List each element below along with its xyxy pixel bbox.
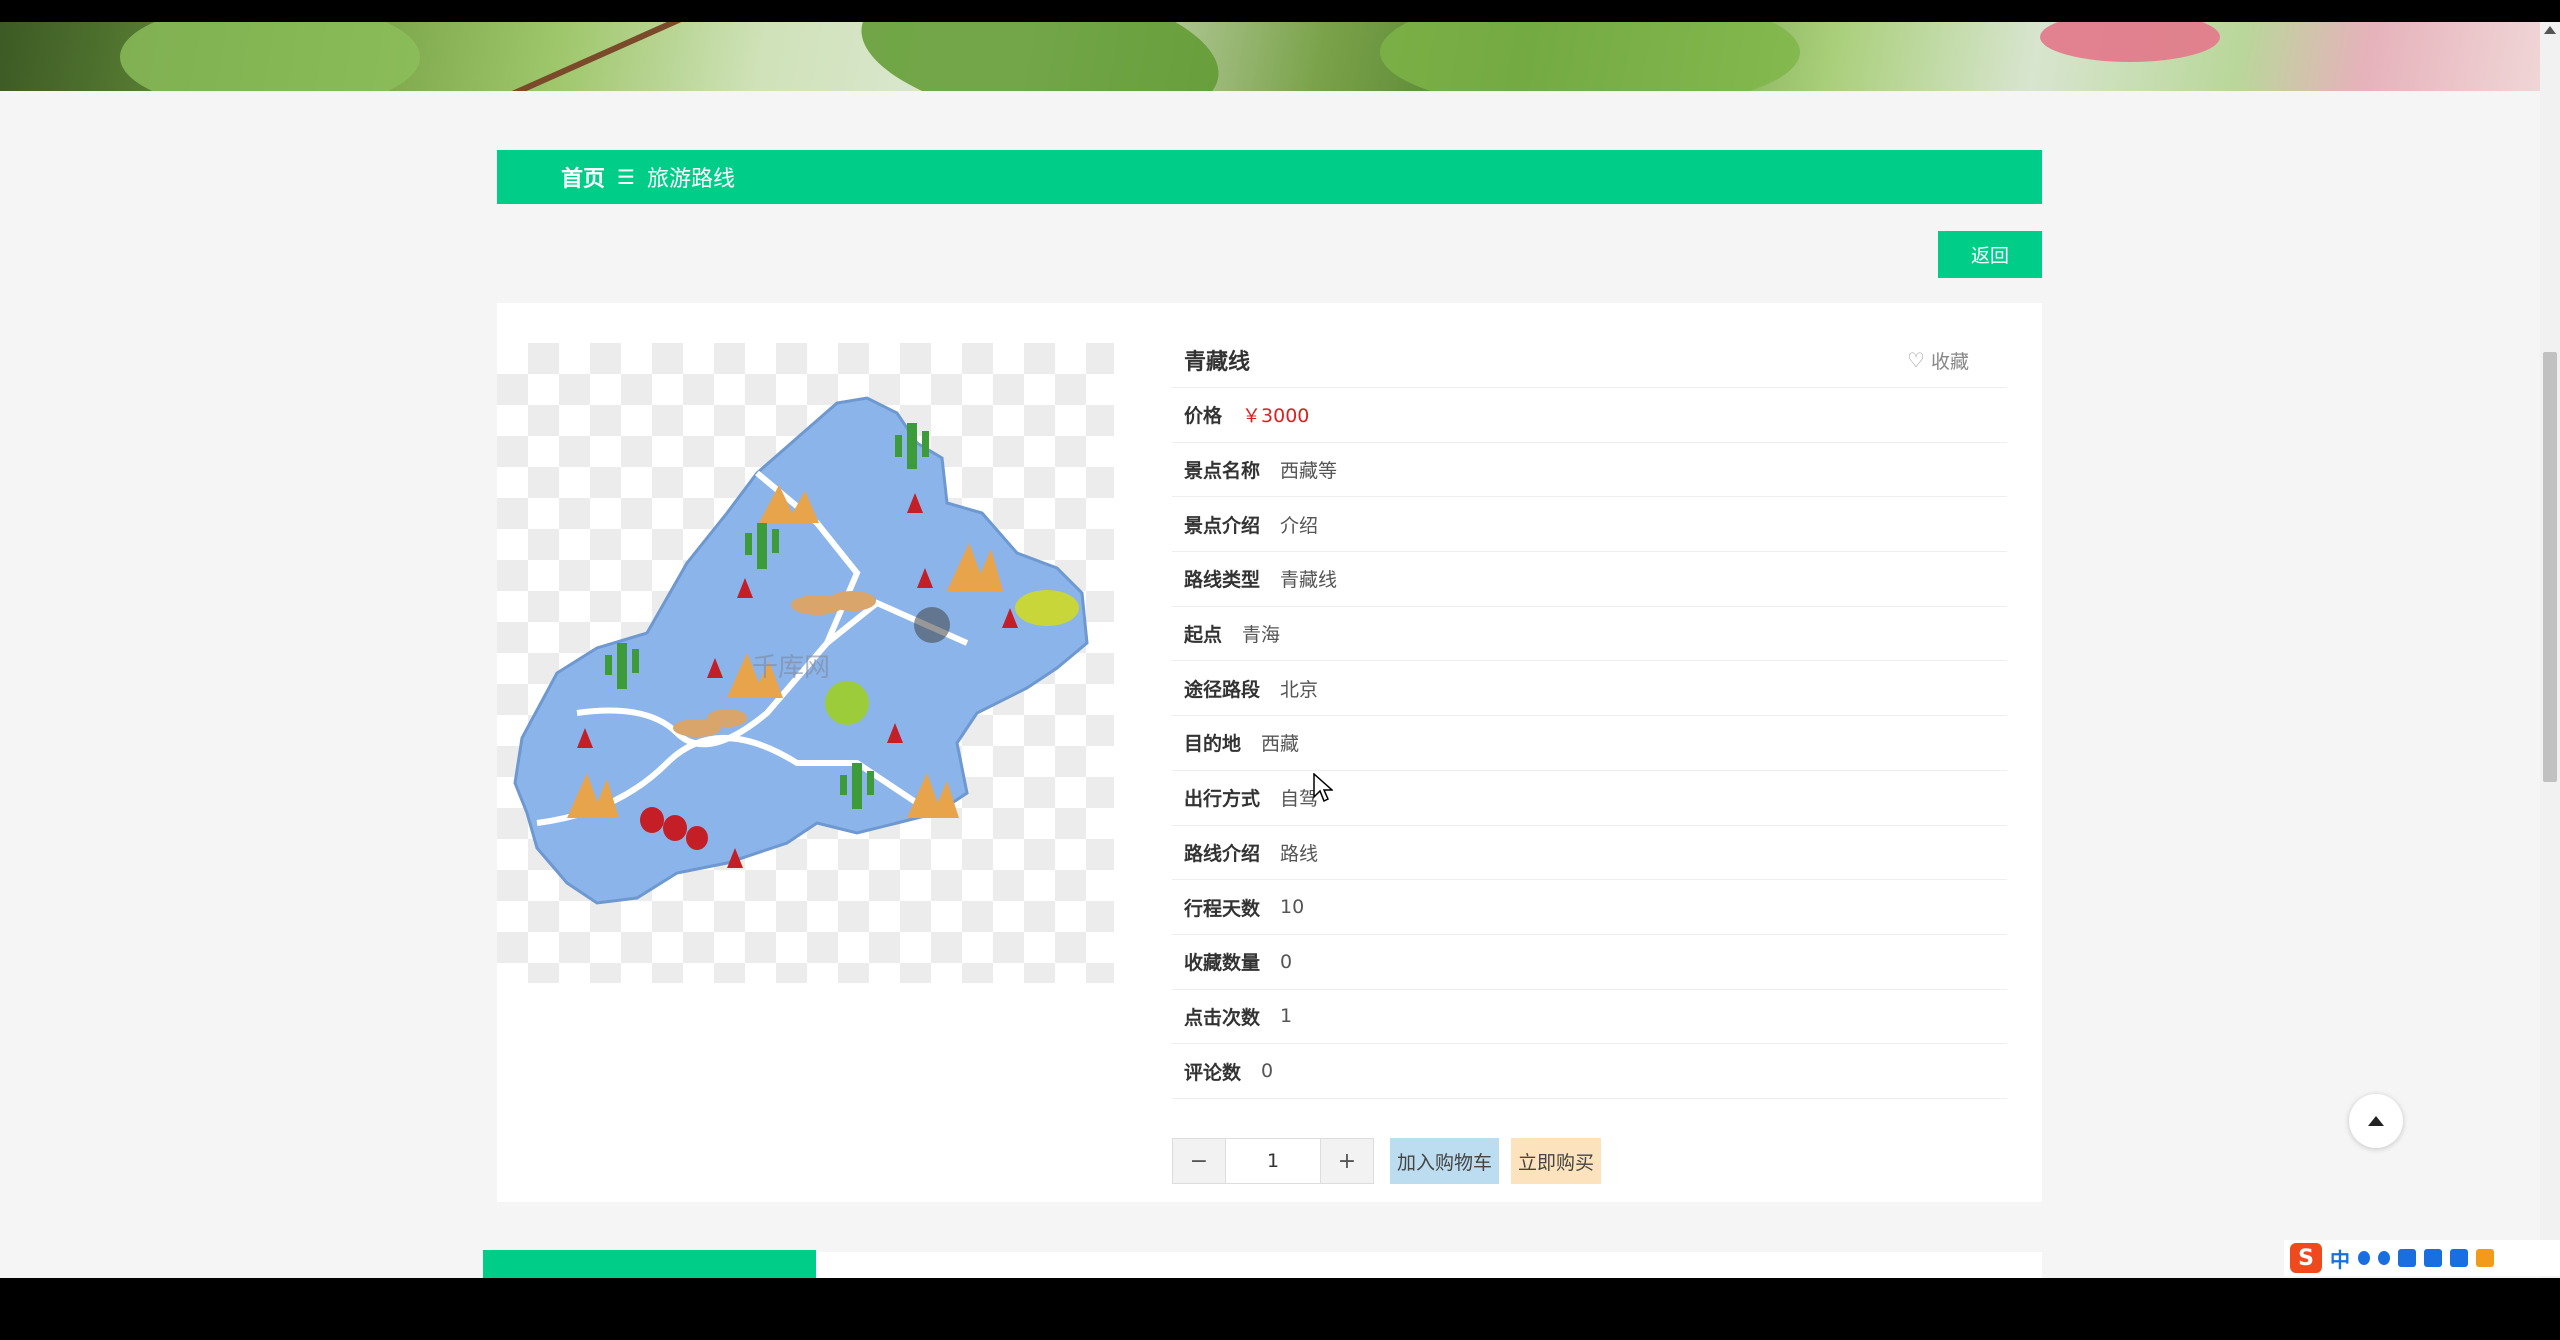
- banner-leaf: [120, 22, 420, 91]
- route-field-row: 路线类型 青藏线: [1172, 552, 2007, 607]
- field-label: 途径路段: [1184, 678, 1261, 701]
- field-value: 0: [1280, 950, 1293, 973]
- price-value: ￥3000: [1242, 405, 1310, 428]
- field-value: 青藏线: [1280, 569, 1338, 592]
- ime-language-toggle[interactable]: 中: [2330, 1244, 2350, 1273]
- field-label: 景点名称: [1184, 460, 1261, 483]
- chevron-up-icon[interactable]: [2368, 1116, 2384, 1126]
- banner-leaf: [1380, 22, 1800, 91]
- back-to-top-button[interactable]: [2349, 1094, 2403, 1148]
- field-label: 起点: [1184, 624, 1223, 647]
- field-value: 10: [1280, 896, 1305, 919]
- route-field-row: 出行方式 自驾: [1172, 771, 2007, 826]
- route-field-list: 价格 ￥3000 景点名称 西藏等 景点介绍 介绍 路线类型 青藏线 起点 青海 途径路段 北京 目的地…: [1172, 388, 2007, 1099]
- skin-icon[interactable]: [2424, 1249, 2442, 1267]
- route-field-row: 评论数 0: [1172, 1044, 2007, 1099]
- route-field-row: 目的地 西藏: [1172, 716, 2007, 771]
- breadcrumb-home-link[interactable]: 首页: [561, 161, 605, 193]
- scroll-up-arrow-icon[interactable]: [2544, 26, 2556, 34]
- route-field-row: 收藏数量 0: [1172, 935, 2007, 990]
- field-label: 评论数: [1184, 1061, 1242, 1084]
- route-field-row: 行程天数 10: [1172, 880, 2007, 935]
- quantity-stepper: − +: [1172, 1138, 1374, 1184]
- increase-quantity-button[interactable]: +: [1321, 1139, 1373, 1183]
- banner-petal: [2040, 22, 2220, 62]
- field-value: 路线: [1280, 842, 1319, 865]
- route-field-row: 点击次数 1: [1172, 990, 2007, 1045]
- microphone-icon[interactable]: [2378, 1251, 2390, 1265]
- route-name: 青藏线: [1184, 350, 1251, 375]
- field-label: 出行方式: [1184, 788, 1261, 811]
- field-label: 价格: [1184, 405, 1223, 428]
- scrollbar-thumb[interactable]: [2543, 352, 2557, 782]
- field-label: 路线介绍: [1184, 842, 1261, 865]
- page-scrollbar[interactable]: [2540, 22, 2560, 1278]
- melon-icon: [1015, 590, 1079, 626]
- route-info-panel: 青藏线 ♡ 收藏 价格 ￥3000 景点名称 西藏等 景点介绍 介绍 路线类型 青藏线 起点 青海…: [1172, 333, 2007, 1099]
- toolbox-icon[interactable]: [2450, 1249, 2468, 1267]
- field-value: 西藏: [1261, 733, 1300, 756]
- route-field-row: 景点介绍 介绍: [1172, 497, 2007, 553]
- route-detail-card: 千库网 青藏线 ♡ 收藏 价格 ￥3000 景点名称 西藏等 景点介绍 介绍 路线类型 青藏线…: [497, 303, 2042, 1202]
- field-value: 0: [1261, 1060, 1274, 1083]
- field-value: 北京: [1280, 678, 1319, 701]
- pear-icon: [825, 681, 869, 725]
- favorite-label[interactable]: 收藏: [1931, 347, 1969, 374]
- breadcrumb: 首页 ☰ 旅游路线: [497, 150, 2042, 204]
- heart-icon[interactable]: ♡: [1907, 348, 1925, 372]
- route-map-illustration: 千库网: [513, 396, 1089, 905]
- banner-twig: [489, 22, 711, 91]
- route-title-row: 青藏线 ♡ 收藏: [1172, 333, 2007, 388]
- route-field-row: 路线介绍 路线: [1172, 826, 2007, 881]
- back-button[interactable]: 返回: [1938, 231, 2042, 278]
- menu-separator-icon: ☰: [617, 165, 635, 189]
- image-watermark: 千库网: [752, 653, 830, 683]
- field-label: 收藏数量: [1184, 952, 1261, 975]
- screen-bottom-border: [0, 1278, 2560, 1340]
- grapes-icon: [914, 607, 950, 643]
- route-field-row: 途径路段 北京: [1172, 661, 2007, 717]
- mouse-cursor-icon: [1313, 773, 1333, 803]
- punctuation-icon[interactable]: [2358, 1251, 2370, 1265]
- header-banner-image: [0, 22, 2540, 91]
- ime-menu-icon[interactable]: [2476, 1249, 2494, 1267]
- route-map-image: 千库网: [497, 343, 1114, 983]
- buy-now-button[interactable]: 立即购买: [1511, 1138, 1602, 1184]
- field-label: 路线类型: [1184, 569, 1261, 592]
- decrease-quantity-button[interactable]: −: [1173, 1139, 1225, 1183]
- map-region-shape: [513, 396, 1089, 905]
- sogou-ime-icon[interactable]: S: [2290, 1243, 2322, 1273]
- field-value: 西藏等: [1280, 460, 1338, 483]
- favorite-button[interactable]: ♡ 收藏: [1907, 347, 1969, 374]
- field-value: 青海: [1242, 624, 1281, 647]
- field-value: 介绍: [1280, 514, 1319, 537]
- field-label: 行程天数: [1184, 897, 1261, 920]
- field-label: 目的地: [1184, 733, 1242, 756]
- field-label: 景点介绍: [1184, 514, 1261, 537]
- field-label: 点击次数: [1184, 1006, 1261, 1029]
- breadcrumb-current: 旅游路线: [646, 167, 735, 192]
- quantity-input[interactable]: [1225, 1139, 1321, 1183]
- add-to-cart-button[interactable]: 加入购物车: [1390, 1138, 1500, 1184]
- field-value: 1: [1280, 1005, 1293, 1028]
- banner-leaf: [852, 22, 1228, 91]
- ime-toolbar: S 中: [2284, 1240, 2560, 1276]
- route-field-row: 起点 青海: [1172, 607, 2007, 662]
- route-field-row: 价格 ￥3000: [1172, 388, 2007, 443]
- route-field-row: 景点名称 西藏等: [1172, 443, 2007, 498]
- purchase-bar: − + 加入购物车 立即购买: [1172, 1138, 1602, 1184]
- keyboard-icon[interactable]: [2398, 1249, 2416, 1267]
